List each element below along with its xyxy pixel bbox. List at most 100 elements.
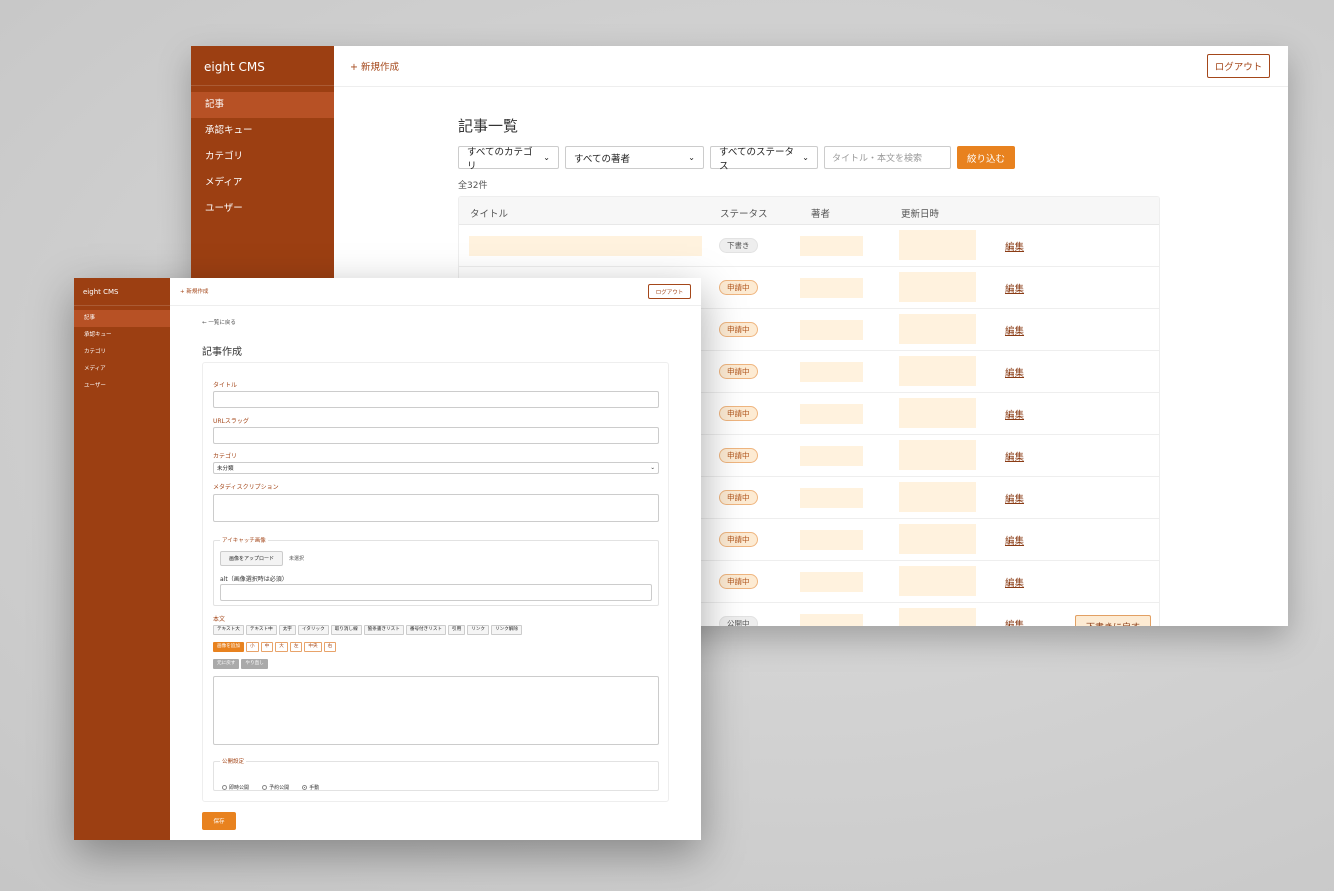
edit-link[interactable]: 編集 bbox=[1005, 365, 1024, 379]
category-select[interactable]: 未分類 ⌄ bbox=[213, 462, 659, 474]
edit-link[interactable]: 編集 bbox=[1005, 449, 1024, 463]
align-left-button[interactable]: 左 bbox=[289, 642, 303, 652]
updated-placeholder bbox=[899, 230, 976, 260]
image-small-button[interactable]: 小 bbox=[245, 642, 259, 652]
revert-to-draft-button[interactable]: 下書きに戻す bbox=[1075, 615, 1152, 626]
edit-link[interactable]: 編集 bbox=[1005, 281, 1024, 295]
slug-input[interactable] bbox=[213, 427, 659, 444]
chevron-down-icon: ⌄ bbox=[543, 153, 550, 162]
text-medium-button[interactable]: テキスト中 bbox=[245, 625, 277, 635]
radio-selected-icon bbox=[302, 785, 308, 790]
author-placeholder bbox=[800, 236, 863, 256]
chevron-down-icon: ⌄ bbox=[650, 465, 655, 471]
align-center-button[interactable]: 中央 bbox=[304, 642, 322, 652]
edit-link[interactable]: 編集 bbox=[1005, 323, 1024, 337]
author-filter-value: すべての著者 bbox=[574, 153, 630, 165]
body-label: 本文 bbox=[213, 616, 226, 623]
publish-scheduled-radio[interactable]: 予約公開 bbox=[262, 784, 289, 791]
title-input[interactable] bbox=[213, 391, 659, 408]
undo-button[interactable]: 元に戻す bbox=[213, 659, 240, 669]
logout-button[interactable]: ログアウト bbox=[1207, 54, 1270, 78]
updated-placeholder bbox=[899, 608, 976, 626]
author-placeholder bbox=[800, 614, 863, 626]
quote-button[interactable]: 引用 bbox=[448, 625, 466, 635]
status-badge: 申請中 bbox=[719, 364, 758, 379]
logout-button[interactable]: ログアウト bbox=[648, 284, 691, 299]
author-placeholder bbox=[800, 404, 863, 424]
edit-link[interactable]: 編集 bbox=[1005, 239, 1024, 253]
status-badge: 申請中 bbox=[719, 448, 758, 463]
author-placeholder bbox=[800, 278, 863, 298]
sidebar-item-articles[interactable]: 記事 bbox=[191, 92, 334, 118]
back-to-list-link[interactable]: ← 一覧に戻る bbox=[202, 318, 236, 326]
result-count: 全32件 bbox=[458, 181, 488, 191]
category-filter-select[interactable]: すべてのカテゴリ ⌄ bbox=[458, 146, 559, 172]
image-medium-button[interactable]: 中 bbox=[260, 642, 274, 652]
sidebar-item-users[interactable]: ユーザー bbox=[74, 378, 170, 395]
bullet-list-button[interactable]: 箇条書きリスト bbox=[363, 625, 404, 635]
strikethrough-button[interactable]: 取り消し線 bbox=[330, 625, 362, 635]
meta-description-textarea[interactable] bbox=[213, 494, 659, 522]
filter-button[interactable]: 絞り込む bbox=[957, 146, 1015, 169]
updated-placeholder bbox=[899, 566, 976, 596]
image-large-button[interactable]: 大 bbox=[275, 642, 288, 652]
updated-placeholder bbox=[899, 356, 976, 386]
edit-link[interactable]: 編集 bbox=[1005, 491, 1024, 505]
publish-fieldset: 公開設定 即時公開 予約公開 手動 bbox=[213, 757, 659, 791]
status-badge: 申請中 bbox=[719, 406, 758, 421]
edit-link[interactable]: 編集 bbox=[1005, 617, 1024, 626]
sidebar-item-approval-queue[interactable]: 承認キュー bbox=[74, 327, 170, 344]
sidebar-item-users[interactable]: ユーザー bbox=[191, 196, 334, 222]
alt-input[interactable] bbox=[220, 584, 652, 601]
status-badge: 申請中 bbox=[719, 490, 758, 505]
chevron-down-icon: ⌄ bbox=[802, 153, 809, 162]
text-large-button[interactable]: テキスト大 bbox=[213, 625, 244, 635]
editor-toolbar-history: 元に戻す やり直し bbox=[213, 659, 268, 669]
publish-immediate-radio[interactable]: 即時公開 bbox=[222, 784, 249, 791]
body-editor[interactable] bbox=[213, 676, 659, 745]
status-filter-select[interactable]: すべてのステータス ⌄ bbox=[710, 146, 818, 172]
save-button[interactable]: 保存 bbox=[202, 812, 236, 830]
sidebar-item-approval-queue[interactable]: 承認キュー bbox=[191, 118, 334, 144]
edit-link[interactable]: 編集 bbox=[1005, 575, 1024, 589]
author-placeholder bbox=[800, 572, 863, 592]
status-badge: 申請中 bbox=[719, 532, 758, 547]
publish-manual-radio[interactable]: 手動 bbox=[302, 784, 319, 791]
upload-image-button[interactable]: 画像をアップロード bbox=[220, 551, 283, 566]
new-article-link[interactable]: + 新規作成 bbox=[180, 287, 208, 295]
unlink-button[interactable]: リンク解除 bbox=[491, 625, 522, 635]
author-placeholder bbox=[800, 530, 863, 550]
table-row: 下書き 編集 bbox=[459, 225, 1159, 267]
brand-logo[interactable]: eight CMS bbox=[191, 46, 334, 86]
column-author: 著者 bbox=[811, 209, 831, 220]
sidebar-item-categories[interactable]: カテゴリ bbox=[191, 144, 334, 170]
updated-placeholder bbox=[899, 314, 976, 344]
brand-logo[interactable]: eight CMS bbox=[74, 278, 170, 306]
search-input[interactable]: タイトル・本文を検索 bbox=[824, 146, 951, 169]
sidebar-item-media[interactable]: メディア bbox=[191, 170, 334, 196]
add-image-button[interactable]: 画像を追加 bbox=[213, 642, 244, 652]
sidebar-item-categories[interactable]: カテゴリ bbox=[74, 344, 170, 361]
edit-link[interactable]: 編集 bbox=[1005, 533, 1024, 547]
author-filter-select[interactable]: すべての著者 ⌄ bbox=[565, 146, 704, 169]
italic-button[interactable]: イタリック bbox=[297, 625, 329, 635]
page-title: 記事作成 bbox=[202, 347, 242, 358]
numbered-list-button[interactable]: 番号付きリスト bbox=[405, 625, 447, 635]
redo-button[interactable]: やり直し bbox=[241, 659, 268, 669]
sidebar-item-articles[interactable]: 記事 bbox=[74, 310, 170, 327]
link-button[interactable]: リンク bbox=[467, 625, 490, 635]
author-placeholder bbox=[800, 362, 863, 382]
category-filter-value: すべてのカテゴリ bbox=[467, 146, 533, 172]
publish-manual-label: 手動 bbox=[309, 785, 320, 791]
editor-toolbar-format: テキスト大 テキスト中 太字 イタリック 取り消し線 箇条書きリスト 番号付きリ… bbox=[213, 625, 522, 635]
bold-button[interactable]: 太字 bbox=[278, 625, 296, 635]
radio-icon bbox=[222, 785, 227, 790]
publish-legend: 公開設定 bbox=[220, 757, 247, 765]
new-article-link[interactable]: + 新規作成 bbox=[350, 59, 399, 73]
no-file-text: 未選択 bbox=[289, 556, 305, 562]
top-bar: + 新規作成 ログアウト bbox=[170, 278, 701, 306]
edit-link[interactable]: 編集 bbox=[1005, 407, 1024, 421]
alt-label: alt（画像選択時は必須） bbox=[220, 576, 288, 583]
align-right-button[interactable]: 右 bbox=[323, 642, 337, 652]
sidebar-item-media[interactable]: メディア bbox=[74, 361, 170, 378]
